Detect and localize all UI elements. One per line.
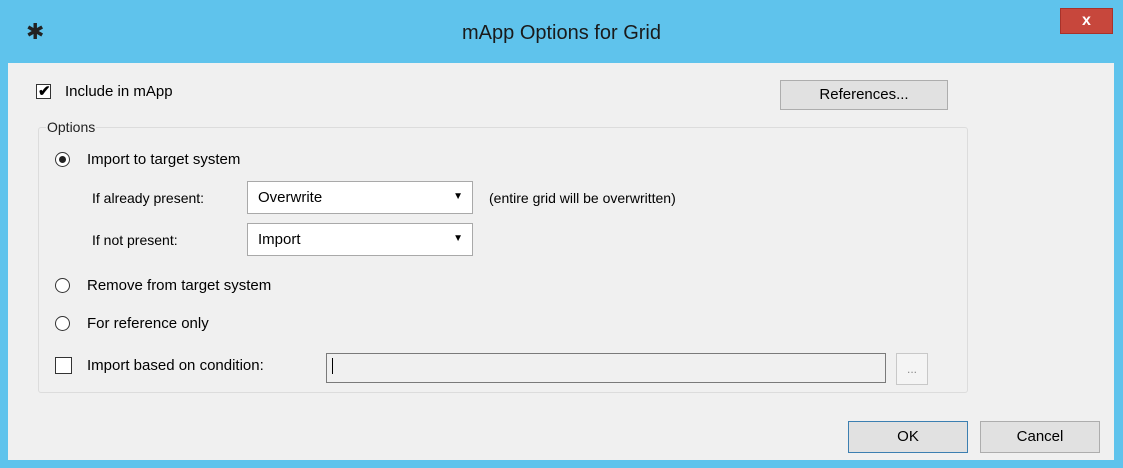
options-legend: Options — [46, 119, 97, 135]
window-title: mApp Options for Grid — [462, 22, 661, 44]
condition-input[interactable] — [326, 353, 886, 383]
import-on-condition-label: Import based on condition: — [87, 357, 264, 374]
ok-button[interactable]: OK — [848, 421, 968, 453]
dialog-body: ✔ Include in mApp References... Options … — [8, 63, 1114, 460]
condition-browse-button[interactable]: ... — [896, 353, 928, 385]
import-on-condition-checkbox[interactable] — [55, 357, 72, 374]
overwrite-note: (entire grid will be overwritten) — [489, 190, 676, 206]
if-not-present-value: Import — [258, 231, 301, 248]
if-already-present-label: If already present: — [92, 190, 205, 206]
if-already-present-select[interactable]: Overwrite ▼ — [247, 181, 473, 214]
radio-selected-dot — [59, 156, 66, 163]
dropdown-arrow-icon: ▼ — [453, 233, 463, 244]
include-in-mapp-label: Include in mApp — [65, 83, 173, 100]
text-caret — [332, 358, 333, 374]
import-to-target-radio[interactable] — [55, 152, 70, 167]
for-reference-only-label: For reference only — [87, 315, 209, 332]
checkmark-icon: ✔ — [38, 83, 51, 100]
title-bar[interactable]: ✱ mApp Options for Grid x — [0, 0, 1123, 60]
dialog-window: ✱ mApp Options for Grid x ✔ Include in m… — [0, 0, 1123, 468]
close-button[interactable]: x — [1060, 8, 1113, 34]
if-not-present-label: If not present: — [92, 232, 178, 248]
references-button[interactable]: References... — [780, 80, 948, 110]
for-reference-only-radio[interactable] — [55, 316, 70, 331]
include-in-mapp-checkbox[interactable]: ✔ — [36, 83, 51, 100]
cancel-button[interactable]: Cancel — [980, 421, 1100, 453]
if-not-present-select[interactable]: Import ▼ — [247, 223, 473, 256]
if-already-present-value: Overwrite — [258, 189, 323, 206]
remove-from-target-radio[interactable] — [55, 278, 70, 293]
dropdown-arrow-icon: ▼ — [453, 191, 463, 202]
remove-from-target-label: Remove from target system — [87, 277, 272, 294]
import-to-target-label: Import to target system — [87, 151, 241, 168]
